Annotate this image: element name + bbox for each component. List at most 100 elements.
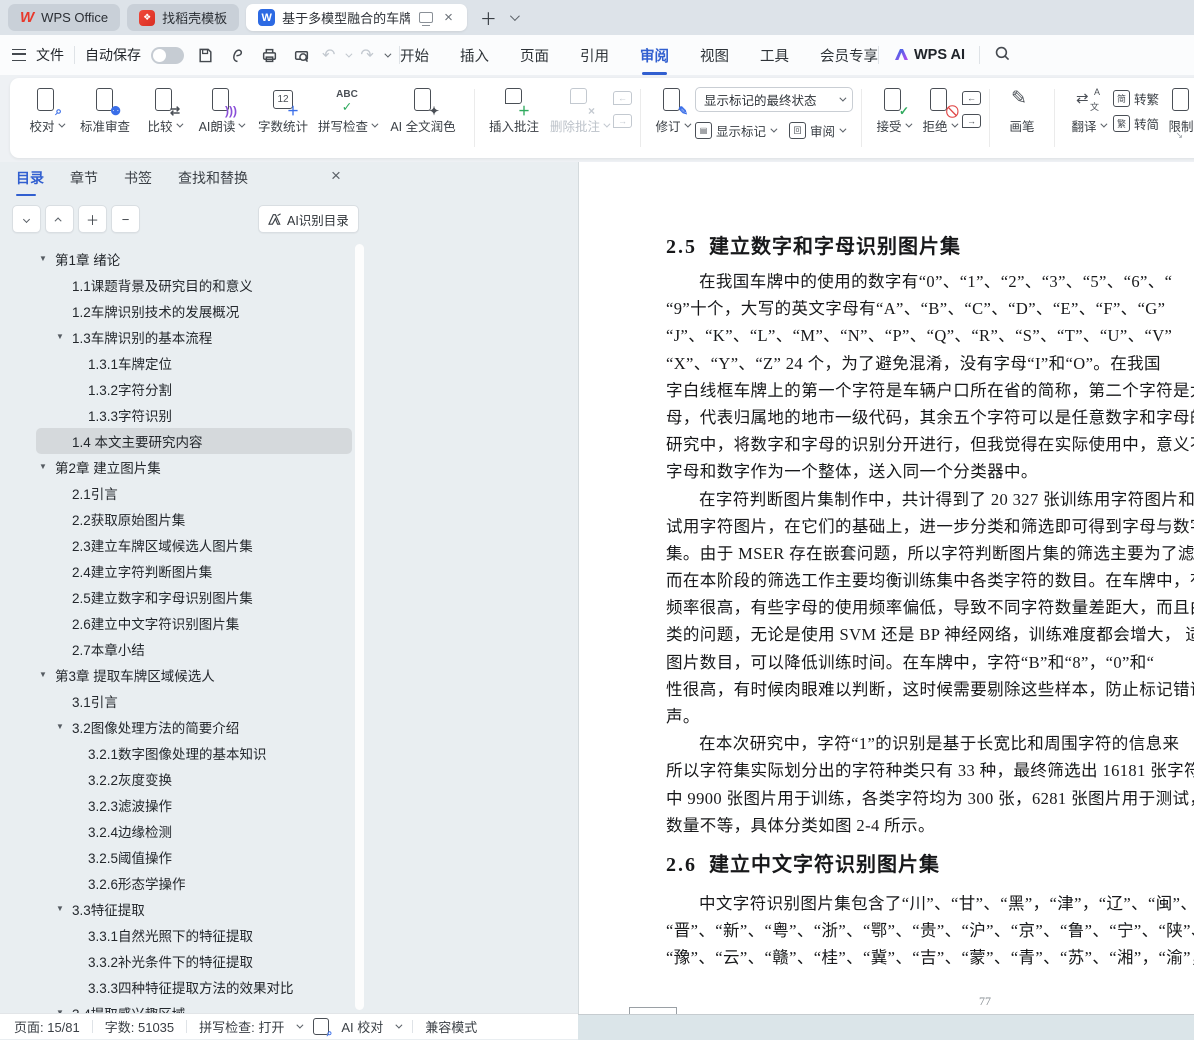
close-tab-icon[interactable]: × xyxy=(442,9,455,26)
menu-tab-page[interactable]: 页面 xyxy=(518,41,551,70)
search-icon[interactable] xyxy=(994,45,1011,66)
toc-item[interactable]: 2.4建立字符判断图片集 xyxy=(0,558,366,584)
sidebar-tab-contents[interactable]: 目录 xyxy=(16,168,44,196)
proofread-button[interactable]: ⌕ 校对 xyxy=(20,87,72,135)
toc-item[interactable]: 2.5建立数字和字母识别图片集 xyxy=(0,584,366,610)
toc-item[interactable]: 2.1引言 xyxy=(0,480,366,506)
toc-item[interactable]: 3.3.2补光条件下的特征提取 xyxy=(0,948,366,974)
compare-icon: ⇄ xyxy=(151,87,177,113)
toc-item[interactable]: ▼3.3特征提取 xyxy=(0,896,366,922)
restrict-edit-button[interactable]: 限制 xyxy=(1168,87,1194,135)
menu-tab-view[interactable]: 视图 xyxy=(698,41,731,70)
menu-tab-insert[interactable]: 插入 xyxy=(458,41,491,70)
word-count-button[interactable]: 12 ＋ 字数统计 xyxy=(252,87,314,135)
toc-item[interactable]: 3.3.1自然光照下的特征提取 xyxy=(0,922,366,948)
spell-check-chevron-icon[interactable] xyxy=(297,1022,304,1029)
ink-brush-button[interactable]: ✎ 画笔 xyxy=(998,87,1046,135)
hamburger-icon[interactable] xyxy=(12,49,26,61)
share-screen-icon[interactable] xyxy=(419,12,433,23)
document-page[interactable]: 2.5建立数字和字母识别图片集 在我国车牌中的使用的数字有“0”、“1”、“2”… xyxy=(578,162,1194,1014)
menu-tab-start[interactable]: 开始 xyxy=(398,41,431,70)
file-menu[interactable]: 文件 xyxy=(36,45,64,65)
sidebar-close-icon[interactable]: × xyxy=(331,166,341,186)
toc-item[interactable]: 3.2.2灰度变换 xyxy=(0,766,366,792)
toc-item[interactable]: 1.3.2字符分割 xyxy=(0,376,366,402)
collapse-arrow-icon[interactable]: ▼ xyxy=(56,332,64,341)
collapse-arrow-icon[interactable]: ▼ xyxy=(39,462,47,471)
save-icon[interactable] xyxy=(194,43,216,67)
toc-next-heading-button[interactable] xyxy=(12,205,41,233)
toc-item[interactable]: 2.2获取原始图片集 xyxy=(0,506,366,532)
translate-button[interactable]: ⇄ A 文 翻译 xyxy=(1063,87,1113,135)
sidebar-tab-find-replace[interactable]: 查找和替换 xyxy=(178,168,248,196)
toc-item[interactable]: 1.1课题背景及研究目的和意义 xyxy=(0,272,366,298)
menu-tab-review[interactable]: 审阅 xyxy=(638,41,671,70)
toc-item[interactable]: 1.3.1车牌定位 xyxy=(0,350,366,376)
toc-item[interactable]: ▼3.2图像处理方法的简要介绍 xyxy=(0,714,366,740)
translate-icon: ⇄ A 文 xyxy=(1075,87,1101,113)
toc-item[interactable]: 2.7本章小结 xyxy=(0,636,366,662)
track-changes-button[interactable]: ✎ 修订 xyxy=(649,87,695,135)
toc-item[interactable]: 3.2.5阈值操作 xyxy=(0,844,366,870)
toc-item[interactable]: 2.3建立车牌区域候选人图片集 xyxy=(0,532,366,558)
spell-check-status[interactable]: 拼写检查: 打开 xyxy=(199,1017,284,1036)
toc-item[interactable]: 3.2.3滤波操作 xyxy=(0,792,366,818)
collapse-arrow-icon[interactable]: ▼ xyxy=(56,904,64,913)
toc-item-selected[interactable]: 1.4 本文主要研究内容 xyxy=(36,428,352,454)
toc-item[interactable]: ▼第3章 提取车牌区域候选人 xyxy=(0,662,366,688)
new-tab-button[interactable]: ＋ xyxy=(474,5,503,30)
toc-item[interactable]: 3.3.3四种特征提取方法的效果对比 xyxy=(0,974,366,1000)
ai-polish-button[interactable]: ✦ AI 全文润色 xyxy=(380,87,466,135)
page-indicator[interactable]: 页面: 15/81 xyxy=(14,1017,80,1036)
collapse-arrow-icon[interactable]: ▼ xyxy=(56,722,64,731)
tab-docer[interactable]: ❖ 找稻壳模板 xyxy=(127,4,239,31)
wps-ai-button[interactable]: WPS AI xyxy=(893,47,965,63)
toc-item[interactable]: 1.3.3字符识别 xyxy=(0,402,366,428)
toc-item[interactable]: ▼第1章 绪论 xyxy=(0,246,366,272)
ai-proofread-chevron-icon[interactable] xyxy=(396,1022,403,1029)
menu-tab-reference[interactable]: 引用 xyxy=(578,41,611,70)
review-pane-button[interactable]: 回 审阅 xyxy=(789,121,844,140)
export-pdf-icon[interactable] xyxy=(226,43,248,67)
print-icon[interactable] xyxy=(258,43,280,67)
ai-proofread-status[interactable]: AI 校对 xyxy=(341,1017,383,1036)
collapse-arrow-icon[interactable]: ▼ xyxy=(39,670,47,679)
ai-recognize-toc-button[interactable]: AI识别目录 xyxy=(258,205,359,233)
menu-tab-tools[interactable]: 工具 xyxy=(758,41,791,70)
previous-change-icon[interactable]: ← xyxy=(962,91,981,105)
markup-state-select[interactable]: 显示标记的最终状态 xyxy=(695,87,853,112)
ai-read-icon: ))) xyxy=(208,87,234,113)
show-markup-button[interactable]: ▤ 显示标记 xyxy=(695,121,775,140)
print-preview-icon[interactable] xyxy=(290,43,312,67)
compare-button[interactable]: ⇄ 比较 xyxy=(138,87,190,135)
spell-check-button[interactable]: ABC ✓ 拼写检查 xyxy=(314,87,380,135)
menu-tab-member[interactable]: 会员专享 xyxy=(818,41,880,70)
toc-item[interactable]: 3.1引言 xyxy=(0,688,366,714)
word-count-indicator[interactable]: 字数: 51035 xyxy=(105,1017,174,1036)
standard-review-button[interactable]: ⚉ 标准审查 xyxy=(72,87,138,135)
sidebar-scrollbar-thumb[interactable] xyxy=(355,244,364,1010)
toc-item[interactable]: ▼1.3车牌识别的基本流程 xyxy=(0,324,366,350)
quickbar-chevron-icon[interactable] xyxy=(384,50,391,57)
collapse-arrow-icon[interactable]: ▼ xyxy=(39,254,47,263)
toc-item[interactable]: 3.2.4边缘检测 xyxy=(0,818,366,844)
toc-item[interactable]: 2.6建立中文字符识别图片集 xyxy=(0,610,366,636)
reject-button[interactable]: ⃠ 拒绝 xyxy=(916,87,962,135)
toc-collapse-all-button[interactable]: − xyxy=(111,205,140,233)
autosave-toggle[interactable] xyxy=(151,47,184,64)
accept-button[interactable]: ✓ 接受 xyxy=(870,87,916,135)
sidebar-tab-chapters[interactable]: 章节 xyxy=(70,168,98,196)
tab-document[interactable]: W 基于多模型融合的车牌智能识 × xyxy=(246,4,467,31)
toc-prev-heading-button[interactable] xyxy=(45,205,74,233)
toc-item[interactable]: 1.2车牌识别技术的发展概况 xyxy=(0,298,366,324)
toc-item[interactable]: 3.2.6形态学操作 xyxy=(0,870,366,896)
sidebar-tab-bookmarks[interactable]: 书签 xyxy=(124,168,152,196)
toc-item[interactable]: ▼第2章 建立图片集 xyxy=(0,454,366,480)
tab-wps-office[interactable]: W WPS Office xyxy=(8,4,120,31)
ai-read-button[interactable]: ))) AI朗读 xyxy=(190,87,252,135)
tab-list-chevron-icon[interactable] xyxy=(510,11,520,21)
toc-expand-all-button[interactable]: ＋ xyxy=(78,205,107,233)
insert-comment-button[interactable]: ＋ 插入批注 xyxy=(483,87,545,135)
toc-item[interactable]: 3.2.1数字图像处理的基本知识 xyxy=(0,740,366,766)
next-change-icon[interactable]: → xyxy=(962,114,981,128)
